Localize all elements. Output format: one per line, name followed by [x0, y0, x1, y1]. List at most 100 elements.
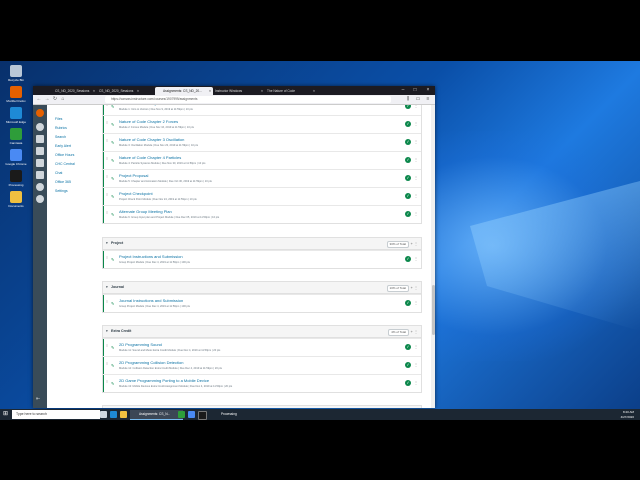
course-nav-chc-central[interactable]: CHC Central	[55, 162, 75, 166]
drag-handle-icon[interactable]: ⠿	[106, 300, 108, 304]
assignment-row[interactable]: ⠿ ✎ 2D Game Programming Porting to a Mobil…	[103, 374, 421, 392]
assignment-title-link[interactable]: 2D Game Programming Porting to a Mobile …	[119, 378, 209, 383]
drag-handle-icon[interactable]: ⠿	[106, 139, 108, 143]
taskbar-app-processing[interactable]: Processing	[212, 410, 261, 419]
course-nav-chat[interactable]: Chat	[55, 171, 62, 175]
kebab-menu-icon[interactable]: ⋮	[414, 121, 418, 126]
system-tray-clock[interactable]: 8:20 AM 4/27/2020	[621, 410, 634, 419]
assignment-row[interactable]: ⠿ ✎ Nature of Code Chapter 2 Forces Module …	[103, 115, 421, 133]
browser-tab-active[interactable]: Assignments: CS_ND_20... ×	[155, 87, 213, 95]
assignment-row[interactable]: ⠿ ✎ 2D Programming Sound Module 11: Sound a…	[103, 338, 421, 356]
drag-handle-icon[interactable]: ⠿	[106, 121, 108, 125]
kebab-menu-icon[interactable]: ⋮	[414, 256, 418, 261]
home-icon[interactable]: ⌂	[60, 96, 66, 103]
maximize-icon[interactable]: □	[409, 86, 421, 95]
kebab-menu-icon[interactable]: ⋮	[414, 211, 418, 216]
drag-handle-icon[interactable]: ⠿	[106, 175, 108, 179]
account-icon[interactable]	[36, 123, 44, 131]
assignment-title-link[interactable]: Journal Instructions and Submission	[119, 298, 183, 303]
add-assignment-icon[interactable]: + ⋮	[411, 238, 418, 249]
drag-handle-icon[interactable]: ⠿	[106, 211, 108, 215]
assignment-title-link[interactable]: Nature of Code Chapter 3 Oscillation	[119, 137, 184, 142]
history-icon[interactable]	[36, 183, 44, 191]
browser-tab[interactable]: CS_ND_2020_Sessions ×	[91, 87, 141, 95]
desktop-icon[interactable]: Google Chrome	[2, 149, 30, 166]
kebab-menu-icon[interactable]: ⋮	[414, 105, 418, 108]
help-icon[interactable]	[36, 195, 44, 203]
assignment-title-link[interactable]: Project Checkpoint	[119, 191, 153, 196]
library-icon[interactable]: ⫼	[405, 96, 411, 103]
desktop-icon[interactable]: Mozilla Firefox	[2, 86, 30, 103]
published-check-icon[interactable]: ✓	[405, 121, 411, 127]
assignment-title-link[interactable]: Nature of Code Chapter 4 Particles	[119, 155, 181, 160]
scrollbar-thumb[interactable]	[431, 285, 435, 335]
task-view-icon[interactable]	[100, 411, 107, 418]
edge-icon[interactable]	[110, 411, 117, 418]
published-check-icon[interactable]: ✓	[405, 139, 411, 145]
caret-down-icon[interactable]: ▾	[106, 282, 108, 293]
processing-icon[interactable]	[198, 411, 207, 420]
published-check-icon[interactable]: ✓	[405, 362, 411, 368]
assignment-row[interactable]: ⠿✎ Nature of Code Chapter 1 Vectors Module…	[103, 105, 421, 115]
course-nav-settings[interactable]: Settings	[55, 189, 68, 193]
drag-handle-icon[interactable]: ⠿	[106, 256, 108, 260]
collapse-icon[interactable]: ⇤	[36, 395, 44, 403]
kebab-menu-icon[interactable]: ⋮	[414, 380, 418, 385]
desktop-icon[interactable]: Camtasia	[2, 128, 30, 145]
add-assignment-icon[interactable]: + ⋮	[411, 326, 418, 337]
sidebar-icon[interactable]: ▭	[415, 96, 421, 103]
browser-tab[interactable]: CS_ND_2020_Sessions ×	[47, 87, 97, 95]
windows-start-icon[interactable]: ⊞	[3, 411, 9, 417]
published-check-icon[interactable]: ✓	[405, 193, 411, 199]
assignment-row[interactable]: ⠿ ✎ Alternate Group Meeting Plan Module 6: …	[103, 205, 421, 223]
published-check-icon[interactable]: ✓	[405, 105, 411, 109]
add-assignment-icon[interactable]: + ⋮	[411, 282, 418, 293]
assignment-row[interactable]: ⠿ ✎ Nature of Code Chapter 3 Oscillation Mo…	[103, 133, 421, 151]
drag-handle-icon[interactable]: ⠿	[106, 380, 108, 384]
published-check-icon[interactable]: ✓	[405, 256, 411, 262]
calendar-icon[interactable]	[36, 159, 44, 167]
published-check-icon[interactable]: ✓	[405, 300, 411, 306]
assignment-row[interactable]: ⠿ ✎ Journal Instructions and Submission Gro…	[103, 294, 421, 312]
kebab-menu-icon[interactable]: ⋮	[414, 175, 418, 180]
desktop-icon[interactable]: Recycle Bin	[2, 65, 30, 82]
published-check-icon[interactable]: ✓	[405, 380, 411, 386]
back-icon[interactable]: ←	[36, 96, 42, 103]
assignment-title-link[interactable]: 2D Programming Sound	[119, 342, 162, 347]
assignment-title-link[interactable]: 2D Programming Collision Detection	[119, 360, 183, 365]
drag-handle-icon[interactable]: ⠿	[106, 193, 108, 197]
close-window-icon[interactable]: ×	[422, 86, 434, 95]
kebab-menu-icon[interactable]: ⋮	[414, 362, 418, 367]
course-nav-early-alert[interactable]: Early Alert	[55, 144, 71, 148]
dashboard-icon[interactable]	[36, 135, 44, 143]
kebab-menu-icon[interactable]: ⋮	[414, 139, 418, 144]
assignment-title-link[interactable]: Nature of Code Chapter 2 Forces	[119, 119, 178, 124]
chrome-icon[interactable]	[188, 411, 195, 418]
assignment-group-header[interactable]: ▾Attendance (drop an assignment)5% of To…	[103, 406, 421, 408]
camtasia-icon[interactable]	[178, 411, 185, 418]
caret-down-icon[interactable]: ▾	[106, 326, 108, 337]
taskbar-search-input[interactable]: Type here to search	[12, 410, 100, 419]
caret-down-icon[interactable]: ▾	[106, 406, 108, 408]
canvas-logo-icon[interactable]	[36, 109, 44, 117]
assignment-title-link[interactable]: Project Instructions and Submission	[119, 254, 183, 259]
taskbar-app-firefox[interactable]: Assignments: CS_N...	[130, 410, 183, 420]
drag-handle-icon[interactable]: ⠿	[106, 344, 108, 348]
assignment-group-header[interactable]: ▾ Project 30% of Total + ⋮	[103, 238, 421, 250]
drag-handle-icon[interactable]: ⠿	[106, 362, 108, 366]
published-check-icon[interactable]: ✓	[405, 344, 411, 350]
assignment-row[interactable]: ⠿ ✎ Project Proposal Module 5: Chapter and …	[103, 169, 421, 187]
desktop-icon[interactable]: Documents	[2, 191, 30, 208]
published-check-icon[interactable]: ✓	[405, 211, 411, 217]
published-check-icon[interactable]: ✓	[405, 157, 411, 163]
assignment-group-header[interactable]: ▾ Extra Credit 4% of Total + ⋮	[103, 326, 421, 338]
assignment-row[interactable]: ⠿ ✎ Nature of Code Chapter 4 Particles Modu…	[103, 151, 421, 169]
browser-tab[interactable]: The Nature of Code ×	[259, 87, 317, 95]
assignment-row[interactable]: ⠿ ✎ Project Instructions and Submission Gro…	[103, 250, 421, 268]
drag-handle-icon[interactable]: ⠿	[106, 105, 108, 107]
minimize-icon[interactable]: –	[397, 86, 409, 95]
assignment-title-link[interactable]: Project Proposal	[119, 173, 148, 178]
reload-icon[interactable]: ↻	[52, 96, 58, 103]
course-nav-files[interactable]: Files	[55, 117, 62, 121]
course-nav-office-365[interactable]: Office 365	[55, 180, 71, 184]
